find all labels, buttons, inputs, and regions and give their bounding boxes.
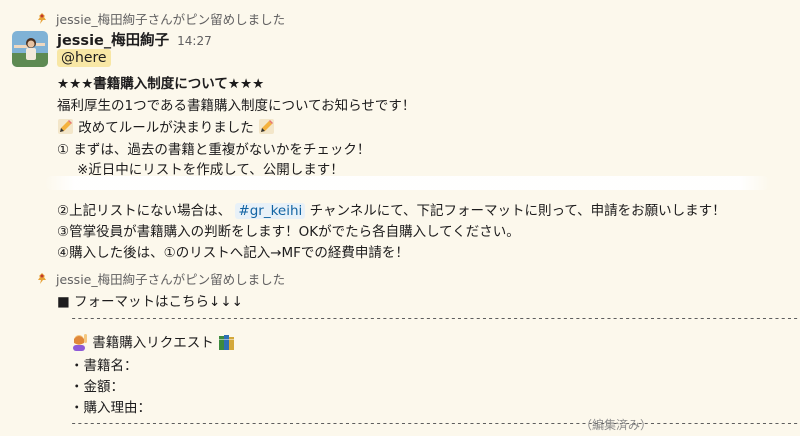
divider-top: ----------------------------------------… — [70, 311, 800, 325]
pin-notice: jessie_梅田絢子さんがピン留めしました — [36, 9, 285, 28]
pencil-emoji — [58, 119, 73, 134]
step-2-post: チャンネルにて、下記フォーマットに則って、申請をお願いします！ — [309, 203, 726, 219]
pin-notice: jessie_梅田絢子さんがピン留めしました — [36, 269, 285, 288]
pin-icon — [38, 12, 46, 24]
books-emoji — [219, 335, 235, 350]
pin-notice-text: jessie_梅田絢子さんがピン留めしました — [56, 12, 286, 27]
person-raising-hand-emoji — [73, 334, 87, 351]
intro-text: 福利厚生の1つである書籍購入制度についてお知らせです！ — [57, 98, 416, 114]
avatar[interactable] — [12, 31, 48, 67]
redaction-smear — [45, 176, 770, 190]
field-book-name: ・書籍名： — [70, 358, 138, 374]
request-title: 書籍購入リクエスト — [92, 335, 214, 351]
edited-label: （編集済み） — [580, 418, 653, 432]
step-2: ②上記リストにない場合は、 #gr_keihi チャンネルにて、下記フォーマット… — [57, 199, 726, 219]
message-header: jessie_梅田絢子 14:27 — [57, 29, 212, 50]
here-mention[interactable]: @here — [57, 49, 111, 67]
rules-line: 改めてルールが決まりました — [57, 116, 275, 136]
format-heading: ■ フォーマットはこちら↓↓↓ — [57, 294, 243, 310]
step-2-pre: ②上記リストにない場合は、 — [57, 203, 232, 219]
rules-text: 改めてルールが決まりました — [78, 120, 254, 136]
timestamp[interactable]: 14:27 — [177, 34, 212, 48]
step-1-note: ※近日中にリストを作成して、公開します！ — [77, 162, 344, 178]
pin-notice-text: jessie_梅田絢子さんがピン留めしました — [56, 272, 286, 287]
field-price: ・金額： — [70, 379, 124, 395]
step-4: ④購入した後は、①のリストへ記入→MFでの経費申請を！ — [57, 245, 409, 261]
pencil-emoji — [259, 119, 275, 134]
step-3: ③管掌役員が書籍購入の判断をします！OKがでたら各自購入してください。 — [57, 224, 520, 240]
announcement-title: ★★★書籍購入制度について★★★ — [57, 76, 265, 92]
field-reason: ・購入理由： — [70, 400, 151, 416]
channel-link[interactable]: #gr_keihi — [235, 203, 306, 219]
request-title-line: 書籍購入リクエスト — [70, 331, 236, 351]
sender-name[interactable]: jessie_梅田絢子 — [57, 29, 169, 50]
pin-icon — [38, 272, 46, 284]
step-1: ① まずは、過去の書籍と重複がないかをチェック！ — [57, 142, 371, 158]
divider-bottom: ----------------------------------------… — [70, 416, 800, 430]
